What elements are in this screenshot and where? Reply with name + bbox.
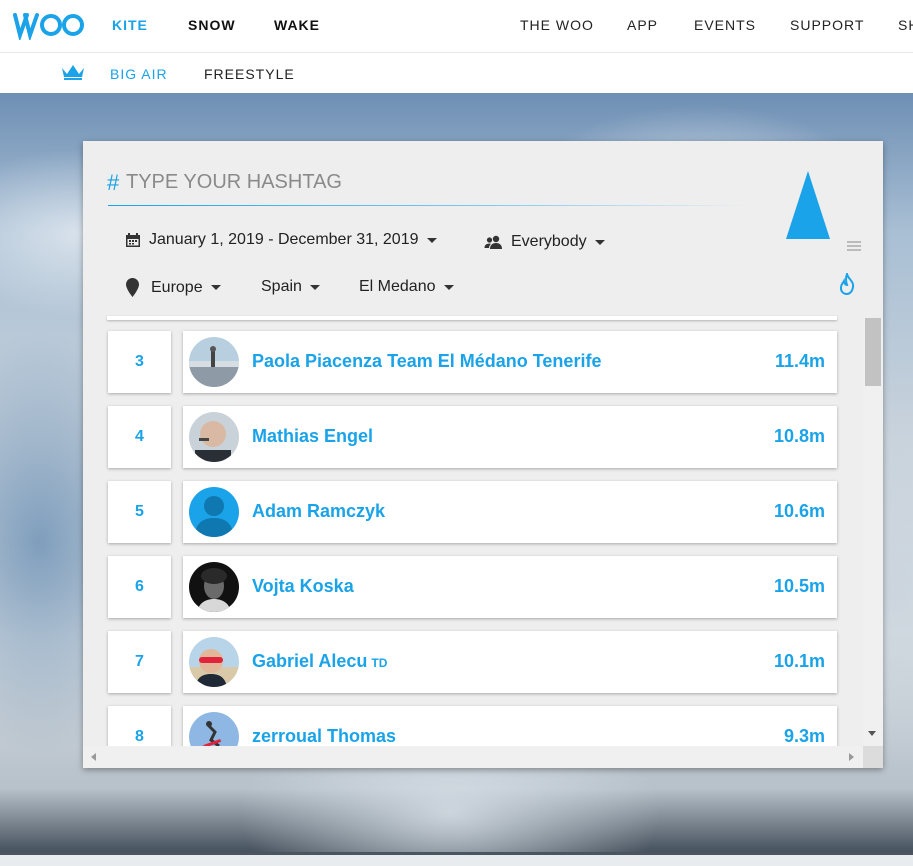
scrollbar-corner <box>863 746 883 768</box>
avatar[interactable] <box>189 562 239 612</box>
arrow-up-icon[interactable] <box>786 171 830 241</box>
scroll-down-arrow-icon[interactable] <box>868 731 876 736</box>
rank-number: 3 <box>108 331 171 393</box>
leaderboard-row[interactable]: Gabriel Alecu TD 10.1m <box>183 631 837 693</box>
nav-support[interactable]: SUPPORT <box>790 17 864 33</box>
leaderboard-row[interactable]: Adam Ramczyk 10.6m <box>183 481 837 543</box>
woo-logo[interactable] <box>12 10 86 40</box>
audience-filter[interactable]: Everybody <box>484 233 605 251</box>
map-pin-icon <box>126 278 139 297</box>
chevron-down-icon <box>594 239 605 245</box>
hashtag-underline <box>108 205 748 206</box>
leaderboard-row[interactable]: zerroual Thomas 9.3m <box>183 706 837 746</box>
date-range-label: January 1, 2019 - December 31, 2019 <box>149 231 419 248</box>
rank-number: 7 <box>108 631 171 693</box>
jump-height: 11.4m <box>774 351 825 371</box>
jump-height: 9.3m <box>783 726 825 746</box>
scroll-right-arrow-icon[interactable] <box>849 753 854 761</box>
menu-icon[interactable] <box>847 240 861 252</box>
rider-name[interactable]: Gabriel Alecu TD <box>252 651 387 672</box>
jump-height: 10.8m <box>773 426 825 446</box>
flame-icon[interactable] <box>838 273 856 295</box>
avatar[interactable] <box>189 712 239 746</box>
avatar[interactable] <box>189 412 239 462</box>
chevron-down-icon <box>443 284 454 290</box>
rank-number: 6 <box>108 556 171 618</box>
rank-number: 4 <box>108 406 171 468</box>
jump-height: 10.1m <box>773 651 825 671</box>
rider-name-text[interactable]: Gabriel Alecu <box>252 651 367 671</box>
nav-snow[interactable]: SNOW <box>188 17 236 33</box>
region-filter[interactable]: Europe <box>126 278 221 297</box>
horizontal-scrollbar[interactable] <box>83 746 863 768</box>
nav-app[interactable]: APP <box>627 17 658 33</box>
leaderboard-row[interactable]: Vojta Koska 10.5m <box>183 556 837 618</box>
rank-number: 8 <box>108 706 171 746</box>
jump-height: 10.5m <box>773 576 825 596</box>
subnav-big-air[interactable]: BIG AIR <box>110 66 168 82</box>
nav-events[interactable]: EVENTS <box>694 17 756 33</box>
chevron-down-icon <box>210 285 221 290</box>
audience-label: Everybody <box>511 233 587 250</box>
nav-wake[interactable]: WAKE <box>274 17 320 33</box>
chevron-down-icon <box>426 237 437 243</box>
nav-kite[interactable]: KITE <box>112 17 148 33</box>
vertical-scrollbar-thumb[interactable] <box>865 318 881 386</box>
nav-shop[interactable]: SH <box>898 17 913 33</box>
rider-badge: TD <box>371 656 388 670</box>
avatar[interactable] <box>189 337 239 387</box>
rider-name[interactable]: Mathias Engel <box>252 426 373 447</box>
jump-height: 10.6m <box>773 501 825 521</box>
calendar-icon <box>126 233 140 247</box>
spot-filter[interactable]: El Medano <box>359 278 454 296</box>
hashtag-search-input[interactable] <box>126 168 726 196</box>
spot-label: El Medano <box>359 278 436 295</box>
users-icon <box>484 235 502 249</box>
bottom-strip <box>0 852 913 866</box>
country-filter[interactable]: Spain <box>261 278 320 296</box>
crown-icon <box>62 65 84 80</box>
rider-name[interactable]: Vojta Koska <box>252 576 354 597</box>
rider-name[interactable]: Adam Ramczyk <box>252 501 385 522</box>
region-label: Europe <box>151 278 203 296</box>
avatar[interactable] <box>189 487 239 537</box>
scroll-left-arrow-icon[interactable] <box>91 753 96 761</box>
leaderboard-row[interactable]: Paola Piacenza Team El Médano Tenerife 1… <box>183 331 837 393</box>
hashtag-icon: # <box>107 170 120 195</box>
subnav-freestyle[interactable]: FREESTYLE <box>204 66 295 82</box>
rider-name[interactable]: Paola Piacenza Team El Médano Tenerife <box>252 351 601 372</box>
rider-name[interactable]: zerroual Thomas <box>252 726 396 746</box>
leaderboard-list[interactable]: 3 Paola Piacenza Team El Médano Tenerife… <box>83 318 863 746</box>
leaderboard-row[interactable]: Mathias Engel 10.8m <box>183 406 837 468</box>
rank-number: 5 <box>108 481 171 543</box>
avatar[interactable] <box>189 637 239 687</box>
date-range-filter[interactable]: January 1, 2019 - December 31, 2019 <box>125 231 437 249</box>
nav-the-woo[interactable]: THE WOO <box>520 17 594 33</box>
country-label: Spain <box>261 278 302 295</box>
chevron-down-icon <box>309 284 320 290</box>
